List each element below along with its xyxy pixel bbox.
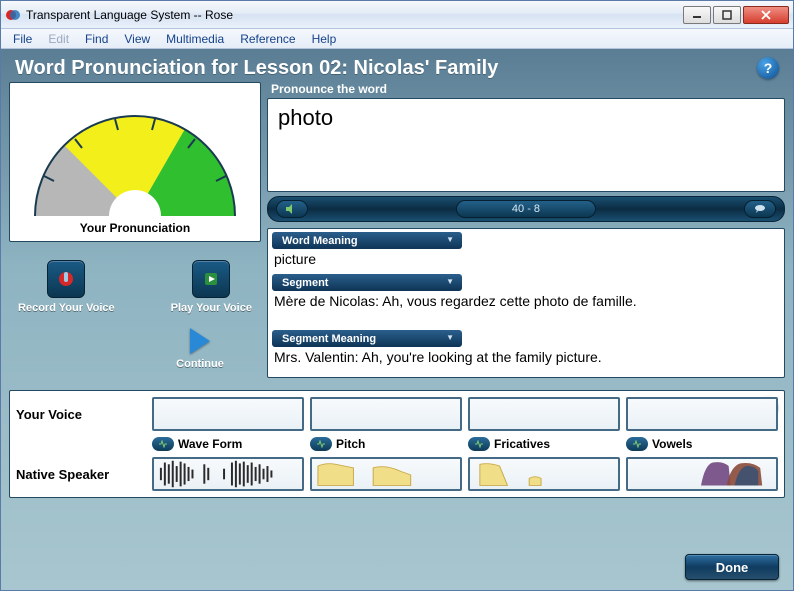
done-button[interactable]: Done — [685, 554, 779, 580]
continue-button[interactable]: Continue — [139, 328, 261, 370]
speaker-icon — [285, 204, 299, 214]
menubar: File Edit Find View Multimedia Reference… — [1, 29, 793, 49]
zoom-icon[interactable] — [152, 437, 174, 451]
zoom-icon[interactable] — [468, 437, 490, 451]
segment-header[interactable]: Segment — [272, 274, 462, 291]
nav-next-button[interactable] — [744, 200, 776, 218]
segment-text: Mère de Nicolas: Ah, vous regardez cette… — [268, 291, 784, 313]
gauge-label: Your Pronunciation — [10, 221, 260, 235]
info-panel: Word Meaning picture Segment Mère de Nic… — [267, 228, 785, 378]
segment-meaning-header[interactable]: Segment Meaning — [272, 330, 462, 347]
your-voice-label: Your Voice — [16, 407, 146, 422]
col-fricatives: Fricatives — [468, 437, 620, 451]
zoom-icon[interactable] — [626, 437, 648, 451]
menu-find[interactable]: Find — [77, 30, 116, 48]
word-meaning-header[interactable]: Word Meaning — [272, 232, 462, 249]
native-vowels — [626, 457, 778, 491]
nav-counter: 40 - 8 — [456, 200, 596, 218]
play-voice-button[interactable]: Play Your Voice — [171, 260, 252, 314]
your-fricatives — [468, 397, 620, 431]
menu-reference[interactable]: Reference — [232, 30, 303, 48]
menu-file[interactable]: File — [5, 30, 40, 48]
record-voice-button[interactable]: Record Your Voice — [18, 260, 115, 314]
native-fricatives — [468, 457, 620, 491]
maximize-button[interactable] — [713, 6, 741, 24]
page-title: Word Pronunciation for Lesson 02: Nicola… — [9, 53, 785, 82]
menu-multimedia[interactable]: Multimedia — [158, 30, 232, 48]
window-title: Transparent Language System -- Rose — [26, 8, 681, 22]
chat-icon — [753, 204, 767, 214]
app-icon — [5, 7, 21, 23]
your-pitch — [310, 397, 462, 431]
menu-edit: Edit — [40, 30, 77, 48]
word-meaning-text: picture — [268, 249, 784, 271]
native-waveform — [152, 457, 304, 491]
help-button[interactable]: ? — [757, 57, 779, 79]
word-display: photo — [267, 98, 785, 192]
voice-analysis-panel: ? Your Voice Wave Form Pitch Fricatives … — [9, 390, 785, 498]
segment-meaning-text: Mrs. Valentin: Ah, you're looking at the… — [268, 347, 784, 369]
col-vowels: Vowels — [626, 437, 778, 451]
pronounce-label: Pronounce the word — [267, 82, 785, 98]
native-pitch — [310, 457, 462, 491]
col-pitch: Pitch — [310, 437, 462, 451]
pronunciation-gauge: Your Pronunciation — [9, 82, 261, 242]
minimize-button[interactable] — [683, 6, 711, 24]
titlebar: Transparent Language System -- Rose — [1, 1, 793, 29]
col-waveform: Wave Form — [152, 437, 304, 451]
your-vowels — [626, 397, 778, 431]
play-icon — [190, 328, 210, 354]
zoom-icon[interactable] — [310, 437, 332, 451]
your-waveform — [152, 397, 304, 431]
close-button[interactable] — [743, 6, 789, 24]
menu-help[interactable]: Help — [304, 30, 345, 48]
native-speaker-label: Native Speaker — [16, 467, 146, 482]
nav-prev-button[interactable] — [276, 200, 308, 218]
menu-view[interactable]: View — [116, 30, 158, 48]
word-navbar: 40 - 8 — [267, 196, 785, 222]
